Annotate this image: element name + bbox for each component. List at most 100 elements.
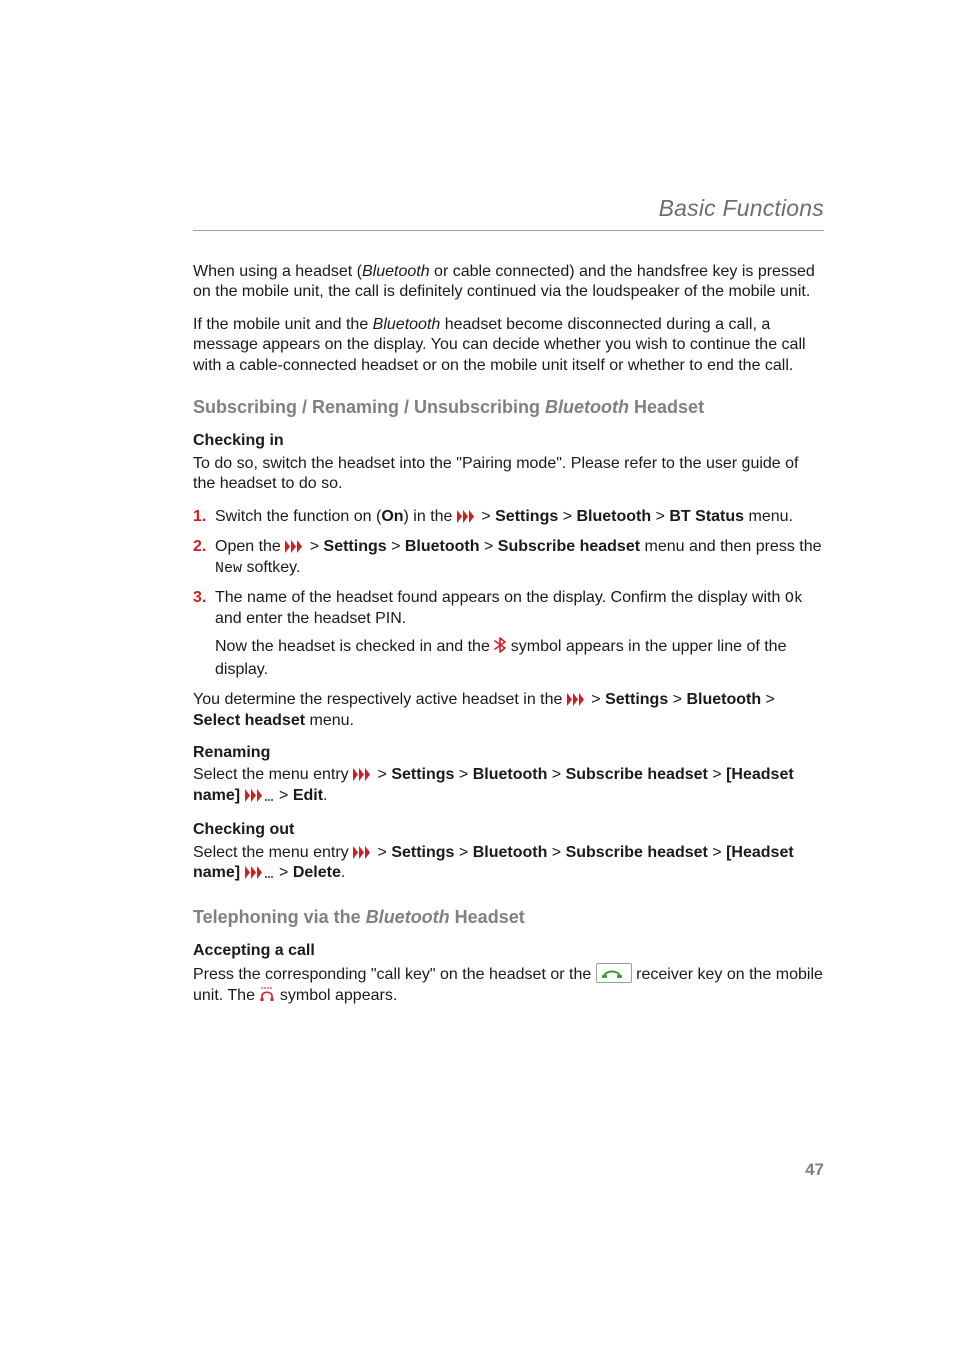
text-bold: Edit: [293, 787, 323, 804]
text: .: [323, 787, 327, 804]
bluetooth-icon: [494, 637, 506, 659]
text: Switch the function on (: [215, 508, 381, 525]
text: menu.: [305, 712, 354, 729]
text-bold: On: [381, 508, 403, 525]
text: >: [587, 691, 605, 708]
text: Headset: [450, 907, 525, 927]
page-number: 47: [805, 1160, 824, 1180]
menu-chevrons-more-icon: [245, 788, 275, 808]
list-number: 1.: [193, 507, 215, 527]
paragraph: You determine the respectively active he…: [193, 690, 824, 731]
content: When using a headset (Bluetooth or cable…: [193, 262, 824, 1021]
subheading-checking-out: Checking out: [193, 820, 824, 840]
text: >: [275, 864, 293, 881]
text-bold: Settings: [495, 508, 558, 525]
text: Open the: [215, 538, 285, 555]
page-header-title: Basic Functions: [193, 195, 824, 222]
menu-chevrons-icon: [457, 510, 477, 523]
text-bold: Settings: [605, 691, 668, 708]
list-body: Switch the function on (On) in the > Set…: [215, 507, 824, 527]
text: Telephoning via the: [193, 907, 366, 927]
paragraph: Select the menu entry > Settings > Bluet…: [193, 843, 824, 886]
list-number: 3.: [193, 588, 215, 680]
text-bold: Bluetooth: [576, 508, 651, 525]
text: Press the corresponding "call key" on th…: [193, 966, 596, 983]
text: The name of the headset found appears on…: [215, 589, 785, 606]
paragraph: To do so, switch the headset into the "P…: [193, 454, 824, 495]
text: Headset: [629, 397, 704, 417]
list-item: 3. The name of the headset found appears…: [193, 588, 824, 680]
header-rule: [193, 230, 824, 231]
text-bold: Select headset: [193, 712, 305, 729]
text: >: [373, 766, 391, 783]
text: >: [275, 787, 293, 804]
text-bold: BT Status: [669, 508, 744, 525]
text: >: [651, 508, 669, 525]
text: >: [454, 766, 472, 783]
list-body: The name of the headset found appears on…: [215, 588, 824, 680]
paragraph: If the mobile unit and the Bluetooth hea…: [193, 315, 824, 376]
text: >: [387, 538, 405, 555]
subheading-accepting-call: Accepting a call: [193, 941, 824, 961]
text: >: [454, 844, 472, 861]
text-bold: Bluetooth: [473, 766, 548, 783]
text-bold: Delete: [293, 864, 341, 881]
text: >: [547, 844, 565, 861]
text: .: [341, 864, 345, 881]
text-bold: Settings: [391, 766, 454, 783]
text: >: [547, 766, 565, 783]
paragraph: Press the corresponding "call key" on th…: [193, 963, 824, 1009]
softkey-label: New: [215, 560, 242, 577]
text: menu.: [744, 508, 793, 525]
text-bold: Bluetooth: [405, 538, 480, 555]
menu-chevrons-icon: [353, 846, 373, 859]
list-number: 2.: [193, 537, 215, 578]
paragraph: Now the headset is checked in and the sy…: [215, 637, 824, 680]
page: Basic Functions When using a headset (Bl…: [0, 0, 954, 1351]
text: and enter the headset PIN.: [215, 610, 406, 627]
text-bold: Subscribe headset: [498, 538, 640, 555]
section-heading: Telephoning via the Bluetooth Headset: [193, 906, 824, 929]
softkey-label: Ok: [785, 590, 803, 607]
text: If the mobile unit and the: [193, 316, 373, 333]
menu-chevrons-icon: [567, 693, 587, 706]
list-item: 2. Open the > Settings > Bluetooth > Sub…: [193, 537, 824, 578]
text: >: [373, 844, 391, 861]
paragraph: When using a headset (Bluetooth or cable…: [193, 262, 824, 303]
text: Select the menu entry: [193, 844, 353, 861]
header: Basic Functions: [193, 195, 824, 239]
text: Now the headset is checked in and the: [215, 638, 494, 655]
list-body: Open the > Settings > Bluetooth > Subscr…: [215, 537, 824, 578]
text-bold: Bluetooth: [686, 691, 761, 708]
text: Select the menu entry: [193, 766, 353, 783]
text: >: [708, 766, 726, 783]
text-bold: Subscribe headset: [566, 844, 708, 861]
section-heading: Subscribing / Renaming / Unsubscribing B…: [193, 396, 824, 419]
text: menu and then press the: [640, 538, 821, 555]
text: >: [477, 508, 495, 525]
menu-chevrons-icon: [353, 768, 373, 781]
text-bold: Bluetooth: [473, 844, 548, 861]
text: >: [761, 691, 775, 708]
text-bold: Subscribe headset: [566, 766, 708, 783]
ordered-list: 1. Switch the function on (On) in the > …: [193, 507, 824, 680]
list-item: 1. Switch the function on (On) in the > …: [193, 507, 824, 527]
paragraph: Select the menu entry > Settings > Bluet…: [193, 765, 824, 808]
menu-chevrons-icon: [285, 540, 305, 553]
text: softkey.: [242, 559, 300, 576]
text: >: [668, 691, 686, 708]
text: >: [305, 538, 323, 555]
text: symbol appears.: [275, 987, 397, 1004]
text: You determine the respectively active he…: [193, 691, 567, 708]
text: >: [480, 538, 498, 555]
text-italic: Bluetooth: [545, 397, 629, 417]
text-italic: Bluetooth: [366, 907, 450, 927]
text-bold: Settings: [391, 844, 454, 861]
subheading-checking-in: Checking in: [193, 431, 824, 451]
text: >: [558, 508, 576, 525]
text: When using a headset (: [193, 263, 362, 280]
text-italic: Bluetooth: [362, 263, 430, 280]
text: ) in the: [404, 508, 457, 525]
text: Subscribing / Renaming / Unsubscribing: [193, 397, 545, 417]
subheading-renaming: Renaming: [193, 743, 824, 763]
